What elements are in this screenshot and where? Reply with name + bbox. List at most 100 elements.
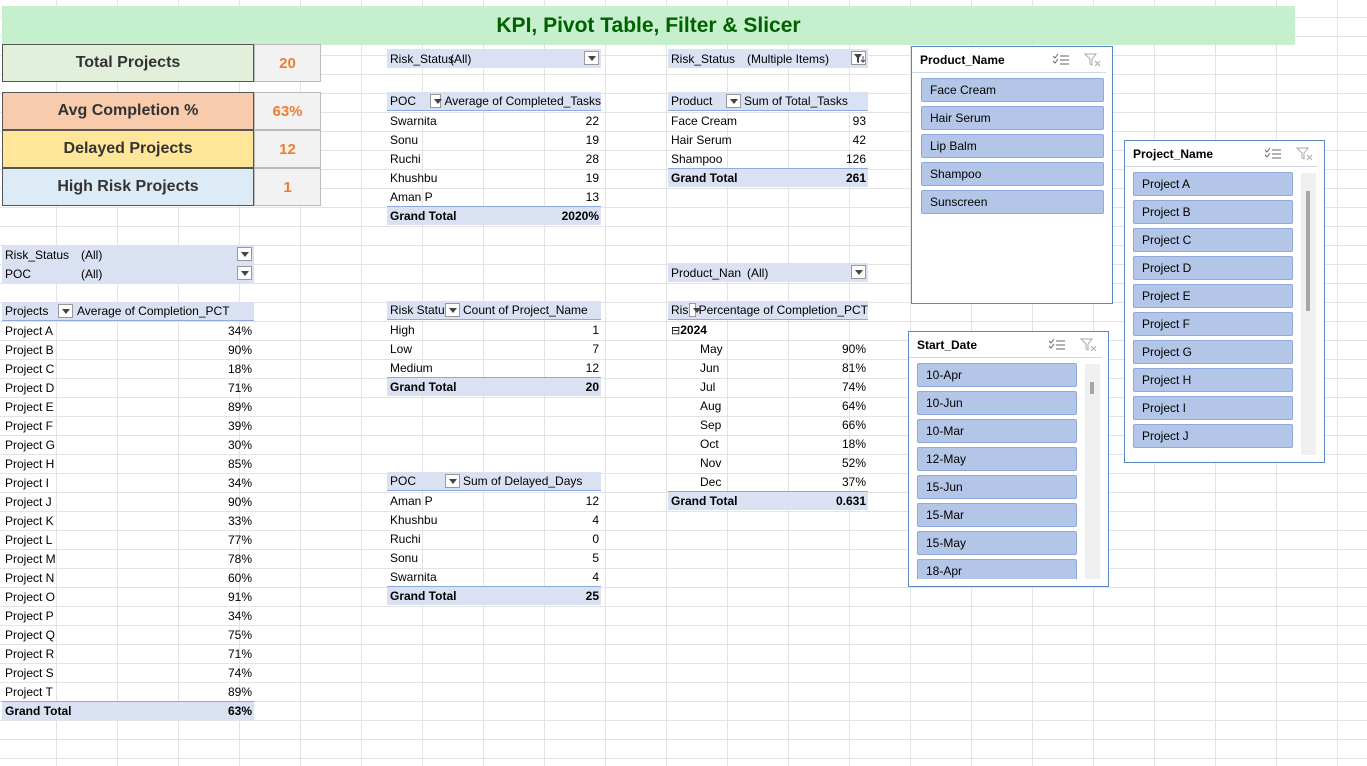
row-label: Project F [5,418,54,433]
pivot-completion-by-project: Risk_Status (All) POC (All) Projects Ave… [2,245,254,720]
slicer-title: Project_Name [1133,146,1214,161]
value-field-header: Percentage of Completion_PCT [698,303,868,317]
row-value: 52% [841,455,866,470]
row-field-dropdown-icon[interactable] [445,474,460,488]
pivot-data-row: Project R 71% [2,644,254,663]
multi-select-icon[interactable] [1052,53,1070,67]
sort-dropdown-icon[interactable] [430,94,443,108]
clear-filter-icon[interactable] [1295,147,1314,161]
slicer-item[interactable]: Face Cream [921,78,1104,102]
slicer-item[interactable]: Project A [1133,172,1293,196]
report-filter-risk-status[interactable]: Risk_Status (All) [387,49,601,68]
pivot-data-row: Aman P 12 [387,491,601,510]
filter-field-name: Risk_Status [390,51,455,66]
slicer-item[interactable]: Project I [1133,396,1293,420]
slicer-item[interactable]: Project F [1133,312,1293,336]
filter-dropdown-icon[interactable] [851,265,866,279]
dashboard-title: KPI, Pivot Table, Filter & Slicer [2,6,1295,45]
row-field-header: Risk Statu [671,303,689,317]
slicer-item[interactable]: 15-Mar [917,503,1077,527]
row-field-dropdown-icon[interactable] [726,94,741,108]
row-value: 71% [227,380,252,395]
row-label: Project H [5,456,55,471]
report-filter-risk-status[interactable]: Risk_Status (All) [2,245,254,264]
row-label: Project Q [5,627,56,642]
pivot-tasks-by-poc: Risk_Status (All) POC Average of Complet… [387,49,601,225]
report-filter-poc[interactable]: POC (All) [2,264,254,283]
pivot-data-row: Project O 91% [2,587,254,606]
row-value: 78% [227,551,252,566]
filter-dropdown-icon[interactable] [584,51,599,65]
row-value: 1 [592,322,599,337]
slicer-item[interactable]: Project J [1133,424,1293,448]
pivot-data-row: Hair Serum 42 [668,130,868,149]
collapse-icon[interactable]: ⊟ [671,325,680,337]
row-value: 37% [841,474,866,489]
slicer-item[interactable]: Project G [1133,340,1293,364]
row-field-dropdown-icon[interactable] [58,304,73,318]
slicer-item[interactable]: Project C [1133,228,1293,252]
slicer-project-name[interactable]: Project_Name Project A Project B Project C… [1124,140,1325,463]
slicer-start-date[interactable]: Start_Date 10-Apr 10-Jun 10-Mar 12-May 15-Ju… [908,331,1109,587]
scrollbar-thumb[interactable] [1090,382,1094,394]
slicer-scrollbar[interactable] [1301,173,1316,455]
row-field-dropdown-icon[interactable] [689,303,702,317]
year-label: 2024 [680,322,707,337]
slicer-item[interactable]: Project D [1133,256,1293,280]
grand-total-label: Grand Total [390,589,457,603]
report-filter-risk-status[interactable]: Risk_Status (Multiple Items) [668,49,868,68]
slicer-product-name[interactable]: Product_Name Face Cream Hair Serum Lip Bal… [911,46,1113,304]
filter-applied-icon[interactable] [851,51,866,65]
row-value: 28 [585,151,599,166]
slicer-item[interactable]: 18-Apr [917,559,1077,579]
pivot-data-row: May 90% [668,339,868,358]
slicer-item[interactable]: Shampoo [921,162,1104,186]
grand-total-label: Grand Total [390,209,457,223]
slicer-header: Product_Name [912,47,1106,73]
year-group-row[interactable]: ⊟2024 [668,320,868,339]
slicer-item[interactable]: 10-Apr [917,363,1077,387]
kpi-avg-completion[interactable]: Avg Completion % 63% [2,92,321,130]
slicer-item[interactable]: 12-May [917,447,1077,471]
slicer-item[interactable]: Lip Balm [921,134,1104,158]
slicer-item[interactable]: 15-Jun [917,475,1077,499]
slicer-item[interactable]: Project B [1133,200,1293,224]
slicer-item[interactable]: 10-Mar [917,419,1077,443]
row-label: May [700,341,723,356]
slicer-item[interactable]: Project H [1133,368,1293,392]
pivot-data-row: Project G 30% [2,435,254,454]
pivot-data-row: Project A 34% [2,321,254,340]
filter-field-name: POC [5,266,32,281]
value-field-header: Sum of Delayed_Days [463,474,583,488]
row-label: Shampoo [671,151,723,166]
slicer-item[interactable]: Project E [1133,284,1293,308]
row-label: Project O [5,589,56,604]
scrollbar-thumb[interactable] [1306,191,1310,311]
slicer-item[interactable]: Sunscreen [921,190,1104,214]
multi-select-icon[interactable] [1264,147,1282,161]
row-value: 85% [227,456,252,471]
row-value: 89% [227,684,252,699]
grand-total-row: Grand Total 20 [387,377,601,396]
report-filter-product-name[interactable]: Product_Nan (All) [668,263,868,282]
clear-filter-icon[interactable] [1083,53,1102,67]
row-value: 34% [227,475,252,490]
kpi-value: 20 [254,44,321,82]
slicer-item[interactable]: 10-Jun [917,391,1077,415]
row-value: 90% [227,342,252,357]
filter-dropdown-icon[interactable] [237,247,252,261]
row-label: Ruchi [390,151,421,166]
row-field-dropdown-icon[interactable] [445,303,460,317]
kpi-total-projects[interactable]: Total Projects 20 [2,44,321,82]
slicer-item[interactable]: 15-May [917,531,1077,555]
slicer-scrollbar[interactable] [1085,364,1100,579]
grand-total-label: Grand Total [671,171,738,185]
kpi-delayed-projects[interactable]: Delayed Projects 12 [2,130,321,168]
row-label: Sonu [390,550,419,565]
filter-dropdown-icon[interactable] [237,266,252,280]
pivot-data-row: Swarnita 4 [387,567,601,586]
slicer-item[interactable]: Hair Serum [921,106,1104,130]
kpi-high-risk-projects[interactable]: High Risk Projects 1 [2,168,321,206]
pivot-data-row: Ruchi 28 [387,149,601,168]
pivot-data-row: Project C 18% [2,359,254,378]
